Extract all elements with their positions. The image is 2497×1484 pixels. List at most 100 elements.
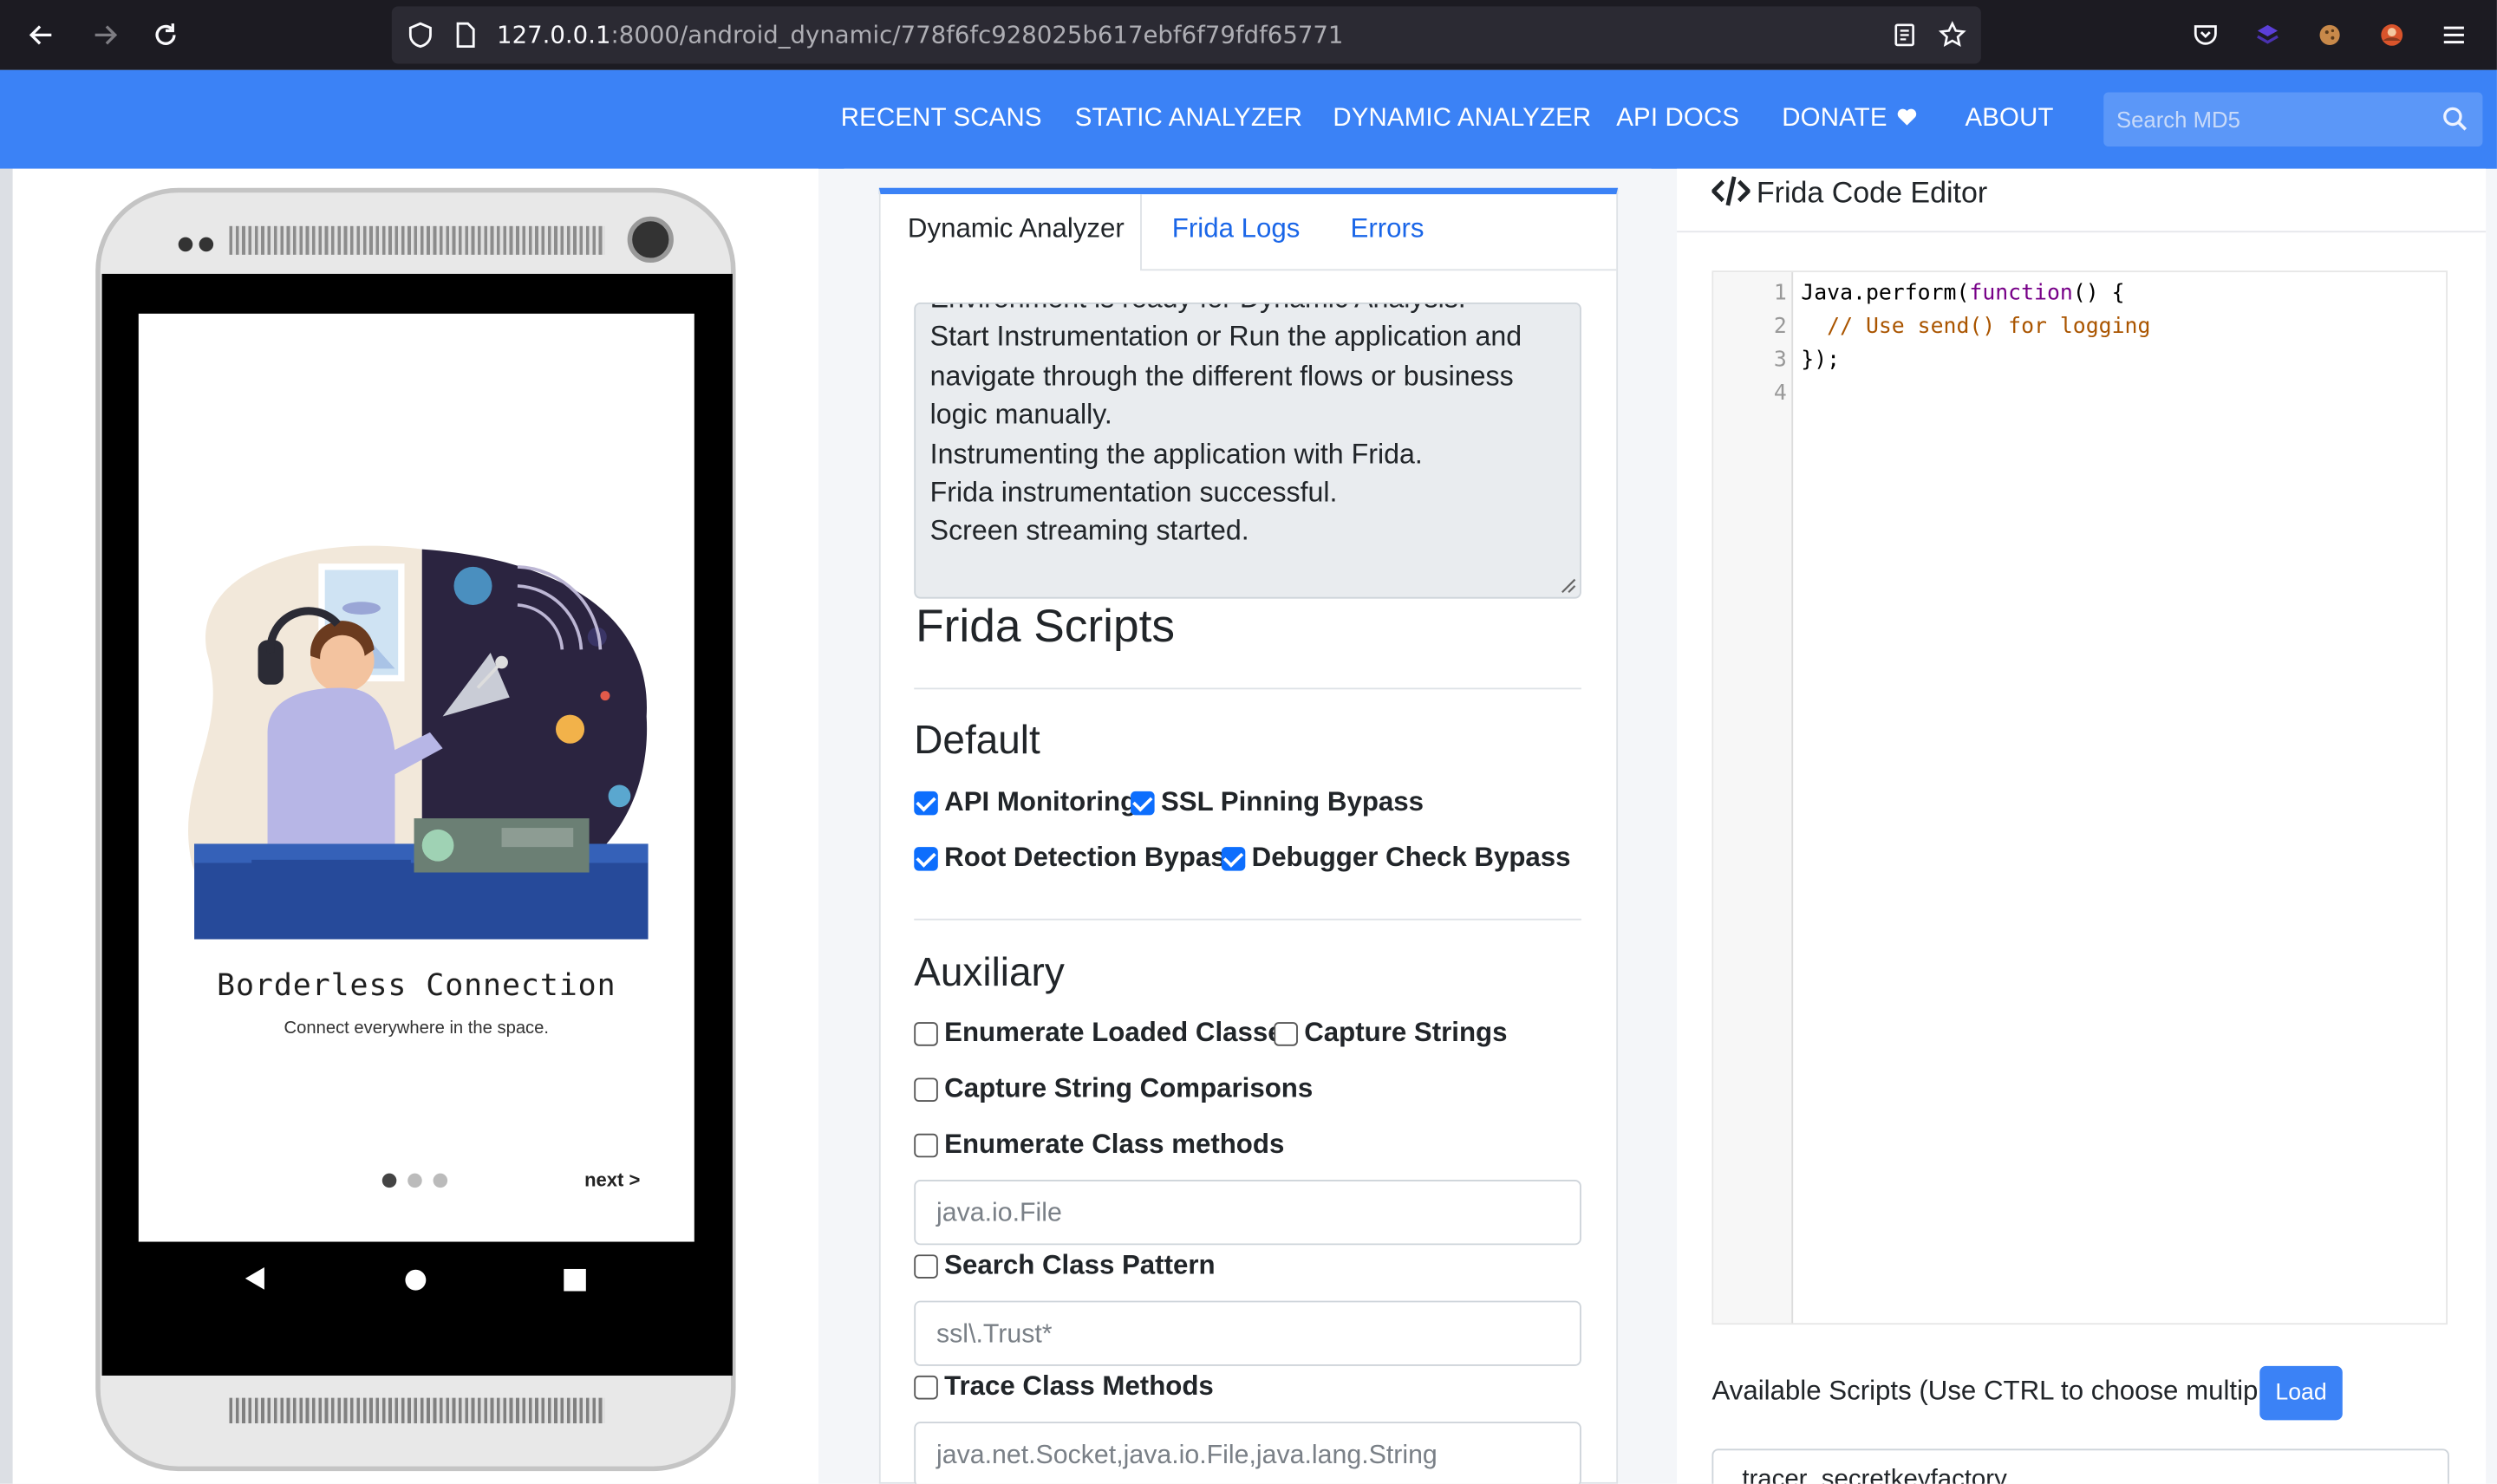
frida-code-editor-title: Frida Code Editor <box>1756 175 1988 209</box>
debugger-check-bypass-checkbox[interactable] <box>1221 847 1246 871</box>
nav-static-analyzer[interactable]: STATIC ANALYZER <box>1075 105 1302 133</box>
ssl-pinning-bypass-checkbox[interactable] <box>1131 791 1155 816</box>
bookmark-star-icon[interactable] <box>1936 19 1968 51</box>
search-class-pattern-checkbox[interactable] <box>914 1254 938 1279</box>
android-recents-icon[interactable] <box>564 1268 586 1292</box>
extension-icon[interactable] <box>2252 19 2284 51</box>
resize-handle-icon[interactable] <box>1557 575 1576 594</box>
load-button[interactable]: Load <box>2259 1365 2343 1421</box>
nav-api-docs[interactable]: API DOCS <box>1616 105 1739 133</box>
url-bar[interactable]: 127.0.0.1:8000/android_dynamic/778f6fc92… <box>391 6 1981 64</box>
menu-icon[interactable] <box>2438 19 2470 51</box>
code-editor[interactable] <box>1711 270 2448 1325</box>
code-line-2[interactable]: // Use send() for logging <box>1801 314 2150 339</box>
heart-icon <box>1897 108 1916 126</box>
code-line-1[interactable]: Java.perform(function() { <box>1801 280 2124 305</box>
line-number: 3 <box>1773 347 1787 373</box>
line-number: 4 <box>1773 380 1787 407</box>
nav-donate[interactable]: DONATE <box>1782 105 1918 133</box>
divider <box>914 687 1581 690</box>
divider <box>914 918 1581 921</box>
script-option[interactable]: tracer_secretkeyfactory <box>1742 1467 2006 1484</box>
log-line: logic manually. <box>929 398 1112 430</box>
line-number: 1 <box>1773 280 1787 306</box>
nav-recent-scans[interactable]: RECENT SCANS <box>841 105 1042 133</box>
root-detection-bypass-label: Root Detection Bypass <box>944 842 1241 873</box>
editor-gutter <box>1713 272 1794 1324</box>
enumerate-loaded-classes-label: Enumerate Loaded Classes <box>944 1017 1298 1048</box>
page-indicator <box>381 1173 454 1189</box>
trace-class-methods-label: Trace Class Methods <box>944 1370 1214 1402</box>
capture-strings-label: Capture Strings <box>1304 1017 1508 1048</box>
phone-speaker-bottom <box>229 1397 605 1424</box>
space-illustration <box>188 545 649 940</box>
class-methods-placeholder: java.io.File <box>936 1199 1062 1228</box>
nav-about[interactable]: ABOUT <box>1965 105 2053 133</box>
page-dot-active[interactable] <box>381 1173 397 1188</box>
class-pattern-input[interactable]: ssl\.Trust* <box>914 1300 1581 1366</box>
phone-camera <box>627 216 674 264</box>
nav-donate-label: DONATE <box>1782 105 1887 133</box>
forward-icon[interactable] <box>89 19 121 51</box>
enumerate-class-methods-label: Enumerate Class methods <box>944 1129 1285 1160</box>
app-subtitle: Connect everywhere in the space. <box>284 1019 550 1038</box>
back-icon[interactable] <box>25 19 57 51</box>
capture-strings-checkbox[interactable] <box>1274 1022 1298 1046</box>
log-line: Environment is ready for Dynamic Analysi… <box>930 304 1466 316</box>
code-line-3[interactable]: }); <box>1801 347 1840 372</box>
debugger-check-bypass-label: Debugger Check Bypass <box>1251 842 1571 873</box>
api-monitoring-label: API Monitoring <box>944 786 1138 817</box>
tab-errors[interactable]: Errors <box>1351 213 1425 245</box>
left-edge <box>0 168 13 1484</box>
trace-classes-placeholder: java.net.Socket,java.io.File,java.lang.S… <box>936 1441 1438 1470</box>
status-log-textarea[interactable]: Environment is ready for Dynamic Analysi… <box>914 302 1581 599</box>
search-placeholder: Search MD5 <box>2116 107 2240 133</box>
android-home-icon[interactable] <box>405 1269 427 1292</box>
log-line: navigate through the different flows or … <box>929 360 1514 392</box>
app-title: Borderless Connection <box>217 967 616 1004</box>
pocket-icon[interactable] <box>2189 19 2221 51</box>
capture-string-comparisons-label: Capture String Comparisons <box>944 1072 1314 1103</box>
frida-scripts-heading: Frida Scripts <box>916 602 1176 654</box>
auxiliary-heading: Auxiliary <box>914 950 1065 995</box>
divider <box>1677 231 2487 233</box>
trace-class-methods-checkbox[interactable] <box>914 1375 938 1400</box>
capture-string-comparisons-checkbox[interactable] <box>914 1077 938 1102</box>
next-button[interactable]: next > <box>584 1168 640 1191</box>
enumerate-class-methods-checkbox[interactable] <box>914 1133 938 1158</box>
url-text[interactable]: 127.0.0.1:8000/android_dynamic/778f6fc92… <box>497 21 1343 49</box>
search-icon[interactable] <box>2442 105 2470 133</box>
phone-speaker-top <box>229 225 605 255</box>
nav-dynamic-analyzer[interactable]: DYNAMIC ANALYZER <box>1333 105 1591 133</box>
browser-toolbar: 127.0.0.1:8000/android_dynamic/778f6fc92… <box>0 0 2497 70</box>
profile-extension-icon[interactable] <box>2376 19 2408 51</box>
available-scripts-select[interactable]: tracer_secretkeyfactory <box>1711 1448 2449 1484</box>
trace-classes-input[interactable]: java.net.Socket,java.io.File,java.lang.S… <box>914 1422 1581 1484</box>
search-class-pattern-label: Search Class Pattern <box>944 1249 1216 1280</box>
page-dot[interactable] <box>433 1173 448 1188</box>
log-line: Frida instrumentation successful. <box>929 476 1338 508</box>
default-heading: Default <box>914 718 1040 763</box>
class-pattern-placeholder: ssl\.Trust* <box>936 1319 1053 1349</box>
class-methods-input[interactable]: java.io.File <box>914 1179 1581 1246</box>
shield-icon[interactable] <box>405 19 437 51</box>
root-detection-bypass-checkbox[interactable] <box>914 847 938 871</box>
ssl-pinning-bypass-label: SSL Pinning Bypass <box>1160 786 1425 817</box>
page-dot[interactable] <box>407 1173 422 1188</box>
android-back-icon[interactable] <box>242 1266 267 1291</box>
reload-icon[interactable] <box>150 19 182 51</box>
page-icon <box>449 19 481 51</box>
code-token: Java.perform( <box>1801 280 1970 306</box>
log-line: Instrumenting the application with Frida… <box>929 438 1423 470</box>
api-monitoring-checkbox[interactable] <box>914 791 938 816</box>
reader-view-icon[interactable] <box>1888 19 1920 51</box>
code-icon <box>1711 176 1751 206</box>
tab-dynamic-analyzer[interactable]: Dynamic Analyzer <box>908 213 1125 245</box>
line-number: 2 <box>1773 313 1787 340</box>
phone-sensors <box>178 237 214 253</box>
code-keyword: function <box>1969 280 2073 306</box>
enumerate-loaded-classes-checkbox[interactable] <box>914 1022 938 1046</box>
search-md5-input[interactable]: Search MD5 <box>2103 92 2483 146</box>
tab-frida-logs[interactable]: Frida Logs <box>1172 213 1301 245</box>
cookie-icon[interactable] <box>2314 19 2346 51</box>
